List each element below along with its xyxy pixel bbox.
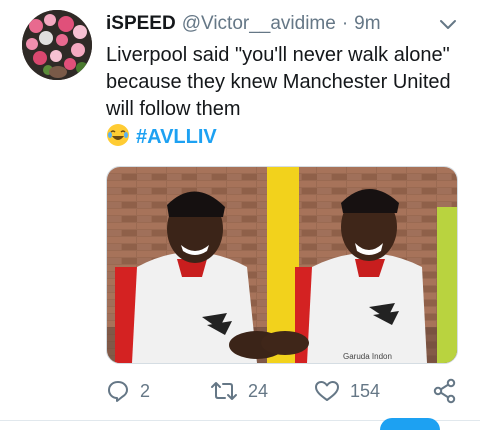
author-handle[interactable]: @Victor__avidime xyxy=(182,13,336,35)
laughing-emoji-icon xyxy=(106,123,130,147)
reply-count: 2 xyxy=(140,380,151,401)
like-count: 154 xyxy=(350,380,381,401)
tweet-body: Liverpool said "you'll never walk alone"… xyxy=(106,44,451,120)
hashtag-link[interactable]: #AVLLIV xyxy=(136,126,217,148)
heart-icon xyxy=(315,381,339,401)
share-button[interactable] xyxy=(432,376,458,406)
like-button[interactable]: 154 xyxy=(314,376,380,406)
tweet-header: iSPEED @Victor__avidime · 9m xyxy=(106,10,381,38)
photo-two-players-laughing: Garuda Indon xyxy=(107,167,457,363)
compose-tweet-button[interactable] xyxy=(380,418,440,430)
tweet-actions: 2 24 154 xyxy=(106,376,466,406)
header-separator: · xyxy=(341,13,349,34)
avatar-image xyxy=(22,10,92,80)
tweet-timestamp[interactable]: 9m xyxy=(354,13,380,35)
retweet-icon xyxy=(211,382,237,400)
author-name[interactable]: iSPEED xyxy=(106,13,176,35)
chevron-down-icon[interactable] xyxy=(436,14,460,34)
reply-button[interactable]: 2 xyxy=(106,376,150,406)
retweet-count: 24 xyxy=(248,380,269,401)
avatar[interactable] xyxy=(22,10,92,80)
tweet-media-photo[interactable]: Garuda Indon xyxy=(106,166,458,364)
reply-icon xyxy=(108,381,128,402)
retweet-button[interactable]: 24 xyxy=(210,376,268,406)
share-icon xyxy=(433,378,456,404)
photo-watermark: Garuda Indon xyxy=(343,352,392,361)
tweet-text: Liverpool said "you'll never walk alone"… xyxy=(106,42,466,151)
